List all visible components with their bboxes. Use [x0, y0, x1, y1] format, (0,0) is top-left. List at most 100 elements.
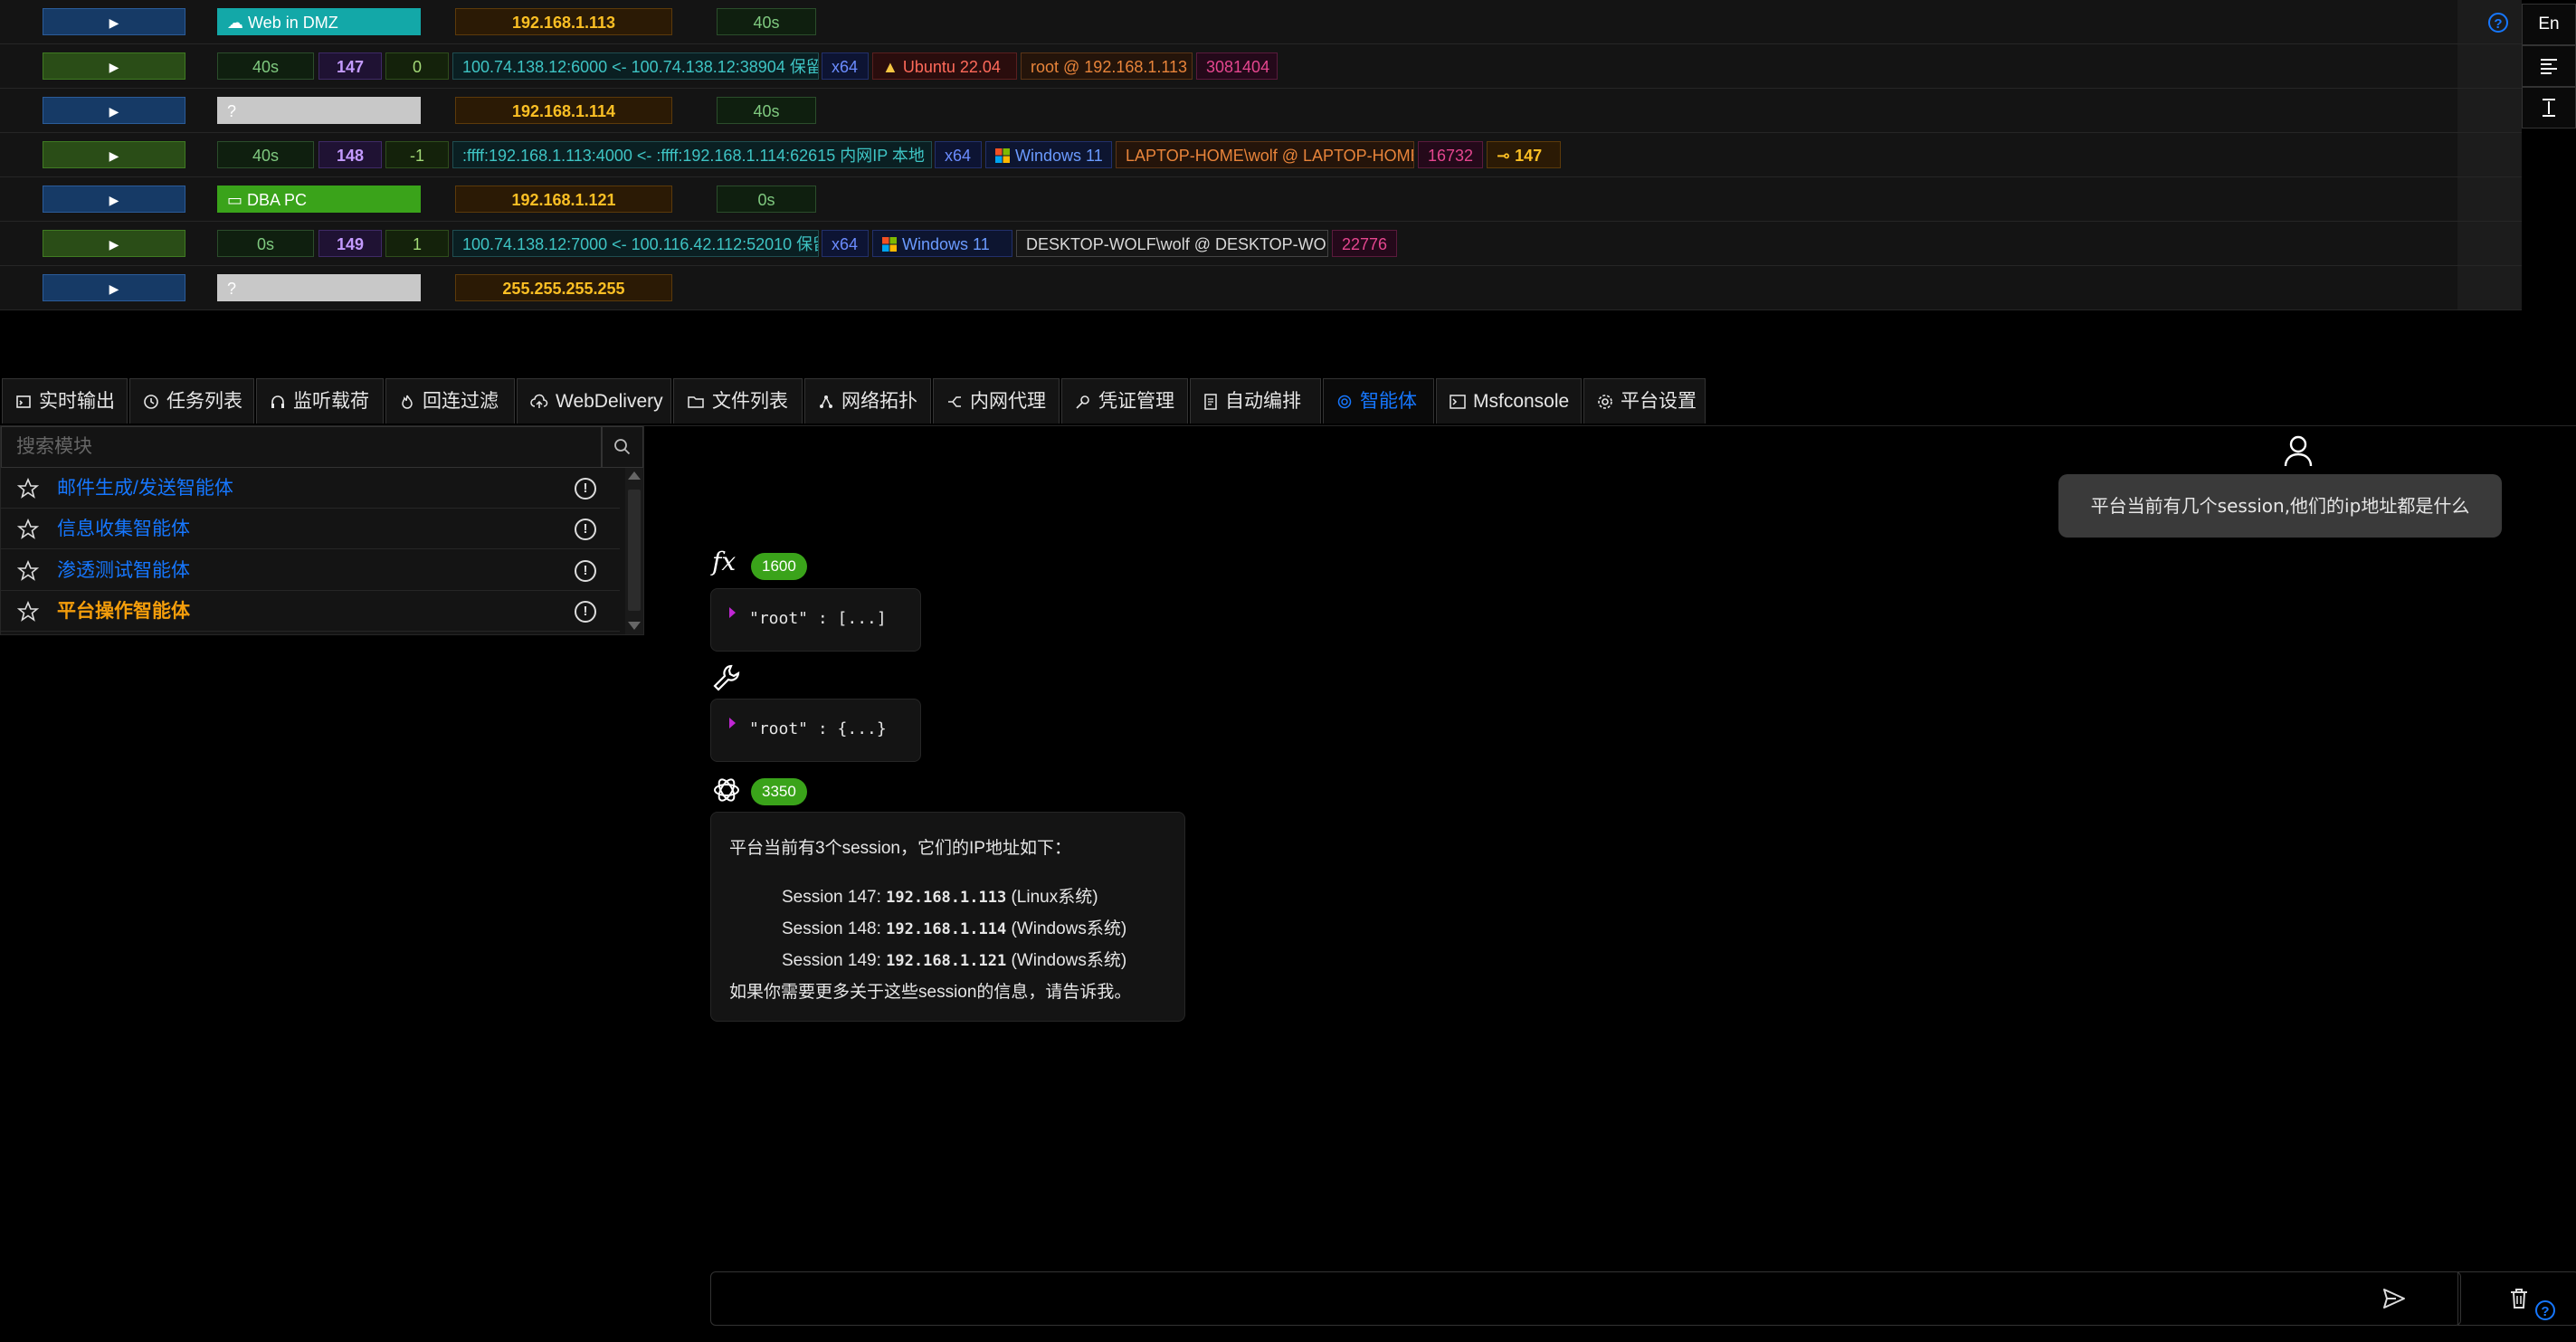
answer-outro: 如果你需要更多关于这些session的信息，请告诉我。 — [729, 983, 1132, 1002]
module-item-active[interactable]: 平台操作智能体 ! — [1, 591, 620, 632]
laptop-icon: ▭ — [227, 191, 243, 209]
user-message: 平台当前有几个session,他们的ip地址都是什么 — [2058, 474, 2502, 538]
star-icon[interactable] — [17, 601, 39, 623]
module-panel: 邮件生成/发送智能体 ! 信息收集智能体 ! 渗透测试智能体 ! 平台操作智能体… — [0, 425, 644, 635]
module-item[interactable]: 邮件生成/发送智能体 ! — [1, 468, 620, 509]
module-search-input[interactable] — [2, 427, 601, 467]
module-scrollbar[interactable] — [625, 468, 643, 634]
host-row[interactable]: ▶ ? 192.168.1.114 40s — [0, 89, 2522, 133]
session-heartbeat: 0s — [217, 230, 314, 257]
side-toolbar: En — [2522, 0, 2576, 132]
tab-listener-payload[interactable]: 监听载荷 — [256, 378, 384, 424]
chat-input[interactable] — [711, 1272, 2376, 1325]
info-icon[interactable]: ! — [575, 478, 596, 500]
expand-toggle[interactable]: ▶ — [43, 8, 185, 35]
language-button[interactable]: En — [2522, 4, 2576, 45]
cloud-icon: ☁ — [227, 14, 243, 32]
help-icon[interactable]: ? — [2488, 13, 2508, 33]
expand-caret-icon[interactable] — [729, 718, 736, 728]
session-pid: 3081404 — [1196, 52, 1278, 80]
hostname-badge: ☁ Web in DMZ — [217, 8, 421, 35]
session-heartbeat: 40s — [217, 52, 314, 80]
host-last-seen: 40s — [717, 97, 816, 124]
module-item[interactable]: 信息收集智能体 ! — [1, 509, 620, 549]
expand-toggle[interactable]: ▶ — [43, 141, 185, 168]
delete-icon[interactable] — [2457, 1271, 2576, 1326]
star-icon[interactable] — [17, 560, 39, 582]
tool-result-json[interactable]: "root" : {...} — [710, 699, 921, 762]
hostname-badge: ? — [217, 97, 421, 124]
info-icon[interactable]: ! — [575, 560, 596, 582]
code-icon — [16, 395, 31, 408]
tab-realtime-output[interactable]: 实时输出 — [2, 378, 128, 424]
tab-callback-filter[interactable]: 回连过滤 — [385, 378, 515, 424]
key-icon: ⊸ — [1497, 147, 1511, 165]
answer-item: Session 147: 192.168.1.113 (Linux系统) — [782, 888, 1098, 907]
tab-network-topology[interactable]: 网络拓扑 — [804, 378, 931, 424]
expand-toggle[interactable]: ▶ — [43, 230, 185, 257]
star-icon[interactable] — [17, 519, 39, 540]
token-count-badge: 3350 — [751, 778, 807, 805]
tab-auto-orchestration[interactable]: 自动编排 — [1190, 378, 1321, 424]
hostname-badge: ▭ DBA PC — [217, 186, 421, 213]
function-args-json[interactable]: "root" : [...] — [710, 588, 921, 652]
wrench-icon — [713, 664, 740, 691]
expand-toggle[interactable]: ▶ — [43, 52, 185, 80]
info-icon[interactable]: ! — [575, 601, 596, 623]
info-icon[interactable]: ! — [575, 519, 596, 540]
host-row[interactable]: ▶ ☁ Web in DMZ 192.168.1.113 40s — [0, 0, 2522, 44]
tab-intranet-proxy[interactable]: 内网代理 — [933, 378, 1060, 424]
tab-credential-management[interactable]: 凭证管理 — [1061, 378, 1188, 424]
text-height-icon[interactable] — [2522, 87, 2576, 128]
tab-platform-settings[interactable]: 平台设置 — [1583, 378, 1706, 424]
tab-file-list[interactable]: 文件列表 — [673, 378, 803, 424]
gear-icon — [1598, 395, 1612, 409]
menu-lines-icon[interactable] — [2522, 45, 2576, 87]
session-row[interactable]: ▶ 40s 147 0 100.74.138.12:6000 <- 100.74… — [0, 44, 2522, 89]
session-port-forward: ⊸ 147 — [1487, 141, 1561, 168]
session-count: 1 — [385, 230, 449, 257]
topology-icon — [820, 395, 832, 408]
openai-icon — [714, 778, 739, 802]
tab-msfconsole[interactable]: Msfconsole — [1436, 378, 1582, 424]
assistant-message: 平台当前有3个session，它们的IP地址如下： Session 147: 1… — [710, 812, 1185, 1022]
session-heartbeat: 40s — [217, 141, 314, 168]
tab-agent[interactable]: 智能体 — [1323, 378, 1434, 424]
host-ip: 255.255.255.255 — [455, 274, 672, 301]
session-row[interactable]: ▶ 0s 149 1 100.74.138.12:7000 <- 100.116… — [0, 222, 2522, 266]
session-id: 147 — [318, 52, 382, 80]
session-row[interactable]: ▶ 40s 148 -1 :ffff:192.168.1.113:4000 <-… — [0, 133, 2522, 177]
session-user: root @ 192.168.1.113 — [1021, 52, 1193, 80]
tab-task-list[interactable]: 任务列表 — [129, 378, 254, 424]
host-ip: 192.168.1.113 — [455, 8, 672, 35]
answer-item: Session 148: 192.168.1.114 (Windows系统) — [782, 919, 1127, 938]
token-count-badge: 1600 — [751, 553, 807, 580]
session-pid: 16732 — [1418, 141, 1483, 168]
help-icon[interactable]: ? — [2535, 1300, 2555, 1320]
search-icon[interactable] — [602, 426, 643, 468]
expand-toggle[interactable]: ▶ — [43, 274, 185, 301]
answer-item: Session 149: 192.168.1.121 (Windows系统) — [782, 951, 1127, 970]
session-id: 148 — [318, 141, 382, 168]
session-arch: x64 — [822, 230, 869, 257]
star-icon[interactable] — [17, 478, 39, 500]
cloud-upload-icon — [530, 394, 548, 408]
session-pid: 22776 — [1332, 230, 1397, 257]
module-search — [1, 426, 602, 468]
session-arch: x64 — [822, 52, 869, 80]
expand-toggle[interactable]: ▶ — [43, 186, 185, 213]
user-avatar-icon — [2284, 435, 2313, 467]
module-item[interactable]: 渗透测试智能体 ! — [1, 550, 620, 591]
host-row[interactable]: ▶ ▭ DBA PC 192.168.1.121 0s — [0, 177, 2522, 222]
send-icon[interactable] — [2376, 1272, 2412, 1325]
expand-caret-icon[interactable] — [729, 607, 736, 618]
terminal-icon — [1450, 395, 1466, 409]
tab-web-delivery[interactable]: WebDelivery — [517, 378, 671, 424]
session-count: -1 — [385, 141, 449, 168]
host-ip: 192.168.1.121 — [455, 186, 672, 213]
session-os: Windows 11 — [985, 141, 1112, 168]
host-row[interactable]: ▶ ? 255.255.255.255 — [0, 266, 2522, 310]
expand-toggle[interactable]: ▶ — [43, 97, 185, 124]
session-connection: 100.74.138.12:6000 <- 100.74.138.12:3890… — [452, 52, 819, 80]
linux-icon: ▲ — [882, 58, 898, 76]
